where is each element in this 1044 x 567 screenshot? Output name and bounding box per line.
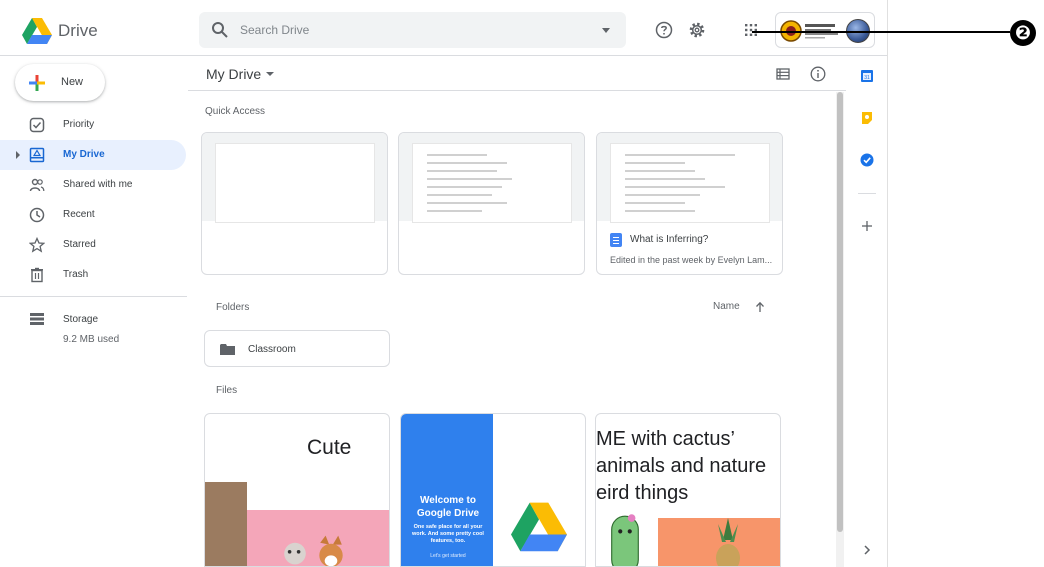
brand-name: Drive [58, 21, 98, 40]
slide-text-line: eird things [596, 482, 689, 504]
slide-text-line: ME with cactus’ [596, 428, 735, 450]
callout-badge: ❷ [1010, 20, 1036, 46]
image-strip [205, 482, 247, 566]
storage-label: Storage [63, 314, 99, 325]
quick-access-card[interactable] [201, 132, 388, 275]
document-preview [412, 143, 572, 223]
quick-access-card[interactable]: What is Inferring? Edited in the past we… [596, 132, 783, 275]
sidebar-item-my-drive[interactable]: My Drive [0, 140, 186, 170]
drive-logo-icon[interactable] [22, 18, 52, 44]
sidebar-divider [0, 296, 187, 297]
document-preview [215, 143, 375, 223]
folder-icon [220, 344, 235, 355]
storage-icon [30, 313, 44, 325]
cactus-image [611, 514, 639, 566]
pineapple-image [716, 518, 740, 566]
chevron-right-icon[interactable] [860, 543, 874, 557]
sidebar-item-label: Recent [63, 209, 95, 220]
drive-logo-icon [511, 502, 567, 552]
file-card[interactable]: Cute [204, 413, 390, 567]
help-icon[interactable] [655, 21, 673, 39]
card-title: What is Inferring? [630, 234, 709, 245]
priority-icon [29, 117, 45, 133]
welcome-panel: Welcome to Google Drive One safe place f… [401, 414, 493, 566]
callout-line [752, 31, 1010, 33]
slide-text-line: animals and nature [596, 455, 767, 477]
folder-item[interactable]: Classroom [204, 330, 390, 367]
card-subtitle: Edited in the past week by Evelyn Lam... [610, 255, 773, 265]
file-thumbnail [399, 133, 584, 223]
card-meta: What is Inferring? Edited in the past we… [597, 221, 782, 274]
sidebar-item-label: Priority [63, 119, 95, 130]
main-content: My Drive Quick Access What is Inferring?… [188, 56, 846, 567]
arrow-up-icon[interactable] [755, 301, 765, 313]
drive-app: Drive Search Drive New Priority My Drive… [0, 0, 1044, 567]
sidebar-item-starred[interactable]: Starred [0, 230, 186, 260]
add-addon-icon[interactable] [860, 219, 874, 233]
storage-section[interactable]: Storage 9.2 MB used [0, 310, 188, 350]
top-bar: Drive Search Drive [0, 0, 887, 56]
clock-icon [29, 207, 45, 223]
sidebar-item-trash[interactable]: Trash [0, 260, 186, 290]
calendar-icon[interactable]: 31 [860, 69, 874, 83]
sidebar-item-recent[interactable]: Recent [0, 200, 186, 230]
sidebar-item-label: Starred [63, 239, 96, 250]
svg-text:31: 31 [864, 75, 870, 81]
card-meta [399, 221, 584, 274]
tasks-icon[interactable] [860, 153, 874, 167]
my-drive-icon [29, 147, 45, 163]
docs-icon [610, 233, 622, 247]
file-thumbnail [202, 133, 387, 223]
trash-icon [31, 267, 43, 283]
info-icon[interactable] [810, 66, 826, 82]
drive-window: Drive Search Drive New Priority My Drive… [0, 0, 888, 567]
folder-name: Classroom [248, 344, 296, 355]
sort-by-name-button[interactable]: Name [713, 301, 740, 312]
search-icon[interactable] [211, 21, 229, 39]
chevron-down-icon[interactable] [266, 72, 274, 76]
quick-access-heading: Quick Access [205, 106, 266, 117]
search-input[interactable]: Search Drive [240, 23, 309, 37]
search-bar[interactable]: Search Drive [199, 12, 626, 48]
files-heading: Files [216, 385, 238, 396]
new-button-label: New [61, 76, 84, 88]
sidebar-nav: Priority My Drive Shared with me Recent … [0, 110, 188, 290]
quick-access-card[interactable] [398, 132, 585, 275]
file-thumbnail [597, 133, 782, 223]
dog-image [284, 535, 343, 566]
account-switcher[interactable] [775, 12, 875, 48]
list-view-icon[interactable] [775, 66, 791, 82]
side-panel: 31 [846, 56, 887, 567]
star-icon [29, 237, 45, 253]
scrollbar[interactable] [836, 92, 844, 567]
expand-arrow-icon[interactable] [16, 151, 20, 159]
sidebar-item-label: Trash [63, 269, 89, 280]
plus-icon [29, 75, 45, 91]
folders-heading: Folders [216, 302, 250, 313]
search-options-icon[interactable] [602, 28, 610, 33]
apps-grid-icon[interactable] [742, 21, 760, 39]
scrollbar-thumb[interactable] [837, 92, 843, 532]
welcome-heading: Welcome to Google Drive [416, 495, 480, 519]
storage-used: 9.2 MB used [63, 334, 120, 345]
keep-icon[interactable] [860, 111, 874, 125]
content-toolbar: My Drive [188, 56, 846, 91]
document-preview [610, 143, 770, 223]
welcome-body: One safe place for all your work. And so… [412, 524, 484, 544]
gear-icon[interactable] [688, 21, 706, 39]
side-panel-divider [858, 193, 876, 194]
shared-icon [29, 178, 45, 192]
sidebar-item-priority[interactable]: Priority [0, 110, 186, 140]
sidebar-item-shared[interactable]: Shared with me [0, 170, 186, 200]
welcome-cta: Let's get started [430, 553, 466, 559]
new-button[interactable]: New [15, 64, 105, 101]
file-card[interactable]: ME with cactus’ animals and nature eird … [595, 413, 781, 567]
sidebar-item-label: Shared with me [63, 179, 133, 190]
file-card[interactable]: Welcome to Google Drive One safe place f… [400, 413, 586, 567]
card-meta [202, 221, 387, 274]
sidebar-item-label: My Drive [63, 149, 105, 160]
page-title[interactable]: My Drive [206, 66, 261, 82]
file-title: Cute [307, 436, 352, 459]
